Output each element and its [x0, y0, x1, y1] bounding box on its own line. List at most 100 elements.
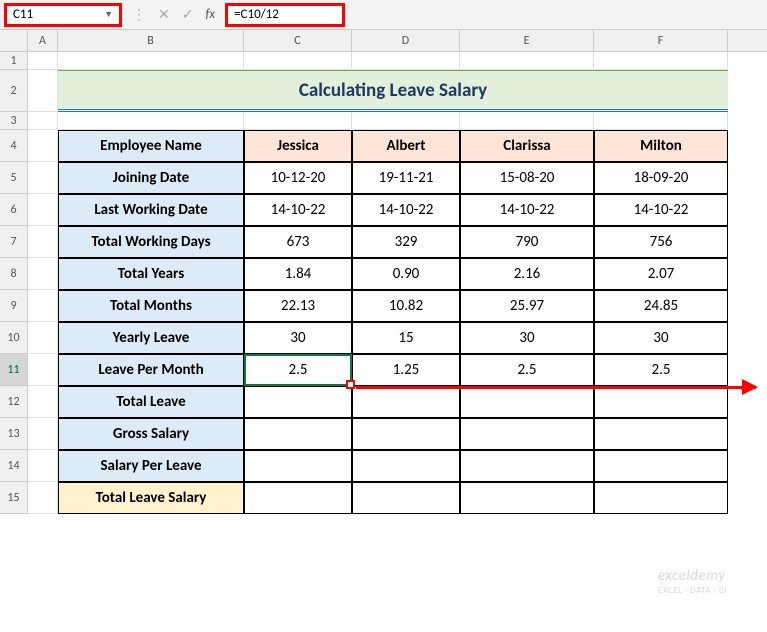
cell-E13[interactable]: [460, 418, 594, 450]
row-header-5[interactable]: 5: [0, 162, 28, 194]
cell-D1[interactable]: [352, 52, 460, 70]
cell-A6[interactable]: [28, 194, 58, 226]
cell-F8[interactable]: 2.07: [594, 258, 728, 290]
cell-C13[interactable]: [244, 418, 352, 450]
col-header-F[interactable]: F: [594, 30, 728, 51]
cell-E12[interactable]: [460, 386, 594, 418]
cell-D14[interactable]: [352, 450, 460, 482]
cell-E3[interactable]: [460, 112, 594, 130]
label-gs[interactable]: Gross Salary: [58, 418, 244, 450]
row-header-1[interactable]: 1: [0, 52, 28, 70]
cell-D10[interactable]: 15: [352, 322, 460, 354]
cell-F6[interactable]: 14-10-22: [594, 194, 728, 226]
header-c1[interactable]: Jessica: [244, 130, 352, 162]
enter-icon[interactable]: ✓: [182, 6, 194, 23]
label-tm[interactable]: Total Months: [58, 290, 244, 322]
cell-F10[interactable]: 30: [594, 322, 728, 354]
cell-A4[interactable]: [28, 130, 58, 162]
col-header-B[interactable]: B: [58, 30, 244, 51]
cancel-icon[interactable]: ✕: [158, 6, 170, 23]
cell-E10[interactable]: 30: [460, 322, 594, 354]
cell-A2[interactable]: [28, 70, 58, 112]
cell-A14[interactable]: [28, 450, 58, 482]
cell-F3[interactable]: [594, 112, 728, 130]
row-header-2[interactable]: 2: [0, 70, 28, 112]
cell-A5[interactable]: [28, 162, 58, 194]
cell-F15[interactable]: [594, 482, 728, 514]
label-yl[interactable]: Yearly Leave: [58, 322, 244, 354]
cell-E1[interactable]: [460, 52, 594, 70]
cell-D7[interactable]: 329: [352, 226, 460, 258]
label-spl[interactable]: Salary Per Leave: [58, 450, 244, 482]
cell-A3[interactable]: [28, 112, 58, 130]
title-cell[interactable]: Calculating Leave Salary: [58, 70, 728, 112]
cell-A15[interactable]: [28, 482, 58, 514]
cell-F14[interactable]: [594, 450, 728, 482]
cell-A13[interactable]: [28, 418, 58, 450]
cell-C5[interactable]: 10-12-20: [244, 162, 352, 194]
cell-C11-active[interactable]: 2.5: [244, 354, 352, 386]
row-header-15[interactable]: 15: [0, 482, 28, 514]
cell-C9[interactable]: 22.13: [244, 290, 352, 322]
label-ty[interactable]: Total Years: [58, 258, 244, 290]
formula-input[interactable]: =C10/12: [225, 3, 345, 27]
cell-B3[interactable]: [58, 112, 244, 130]
col-header-A[interactable]: A: [28, 30, 58, 51]
row-header-10[interactable]: 10: [0, 322, 28, 354]
cell-D9[interactable]: 10.82: [352, 290, 460, 322]
cell-E14[interactable]: [460, 450, 594, 482]
cell-D13[interactable]: [352, 418, 460, 450]
cell-A11[interactable]: [28, 354, 58, 386]
cell-C6[interactable]: 14-10-22: [244, 194, 352, 226]
cell-E11[interactable]: 2.5: [460, 354, 594, 386]
fill-handle[interactable]: [346, 380, 355, 389]
cell-A1[interactable]: [28, 52, 58, 70]
cell-E5[interactable]: 15-08-20: [460, 162, 594, 194]
cell-D6[interactable]: 14-10-22: [352, 194, 460, 226]
col-header-E[interactable]: E: [460, 30, 594, 51]
header-c3[interactable]: Clarissa: [460, 130, 594, 162]
cell-D3[interactable]: [352, 112, 460, 130]
row-header-7[interactable]: 7: [0, 226, 28, 258]
cell-F1[interactable]: [594, 52, 728, 70]
col-header-C[interactable]: C: [244, 30, 352, 51]
cell-A7[interactable]: [28, 226, 58, 258]
label-joining[interactable]: Joining Date: [58, 162, 244, 194]
cell-C14[interactable]: [244, 450, 352, 482]
cell-F13[interactable]: [594, 418, 728, 450]
cell-C3[interactable]: [244, 112, 352, 130]
name-box[interactable]: C11 ▼: [4, 3, 122, 27]
row-header-3[interactable]: 3: [0, 112, 28, 130]
cell-E8[interactable]: 2.16: [460, 258, 594, 290]
cell-F7[interactable]: 756: [594, 226, 728, 258]
label-lpm[interactable]: Leave Per Month: [58, 354, 244, 386]
cell-A8[interactable]: [28, 258, 58, 290]
header-employee[interactable]: Employee Name: [58, 130, 244, 162]
cell-E6[interactable]: 14-10-22: [460, 194, 594, 226]
row-header-11[interactable]: 11: [0, 354, 28, 386]
cell-A12[interactable]: [28, 386, 58, 418]
dropdown-icon[interactable]: ▼: [104, 9, 113, 20]
cell-B1[interactable]: [58, 52, 244, 70]
cell-C12[interactable]: [244, 386, 352, 418]
cell-A10[interactable]: [28, 322, 58, 354]
cell-C10[interactable]: 30: [244, 322, 352, 354]
label-tl[interactable]: Total Leave: [58, 386, 244, 418]
row-header-12[interactable]: 12: [0, 386, 28, 418]
header-c4[interactable]: Milton: [594, 130, 728, 162]
label-tls[interactable]: Total Leave Salary: [58, 482, 244, 514]
row-header-4[interactable]: 4: [0, 130, 28, 162]
col-header-D[interactable]: D: [352, 30, 460, 51]
label-twd[interactable]: Total Working Days: [58, 226, 244, 258]
cell-C1[interactable]: [244, 52, 352, 70]
cell-D8[interactable]: 0.90: [352, 258, 460, 290]
cell-E9[interactable]: 25.97: [460, 290, 594, 322]
row-header-8[interactable]: 8: [0, 258, 28, 290]
cell-D5[interactable]: 19-11-21: [352, 162, 460, 194]
cell-E7[interactable]: 790: [460, 226, 594, 258]
cell-F11[interactable]: 2.5: [594, 354, 728, 386]
cell-A9[interactable]: [28, 290, 58, 322]
cell-D15[interactable]: [352, 482, 460, 514]
cell-F5[interactable]: 18-09-20: [594, 162, 728, 194]
cell-F12[interactable]: [594, 386, 728, 418]
